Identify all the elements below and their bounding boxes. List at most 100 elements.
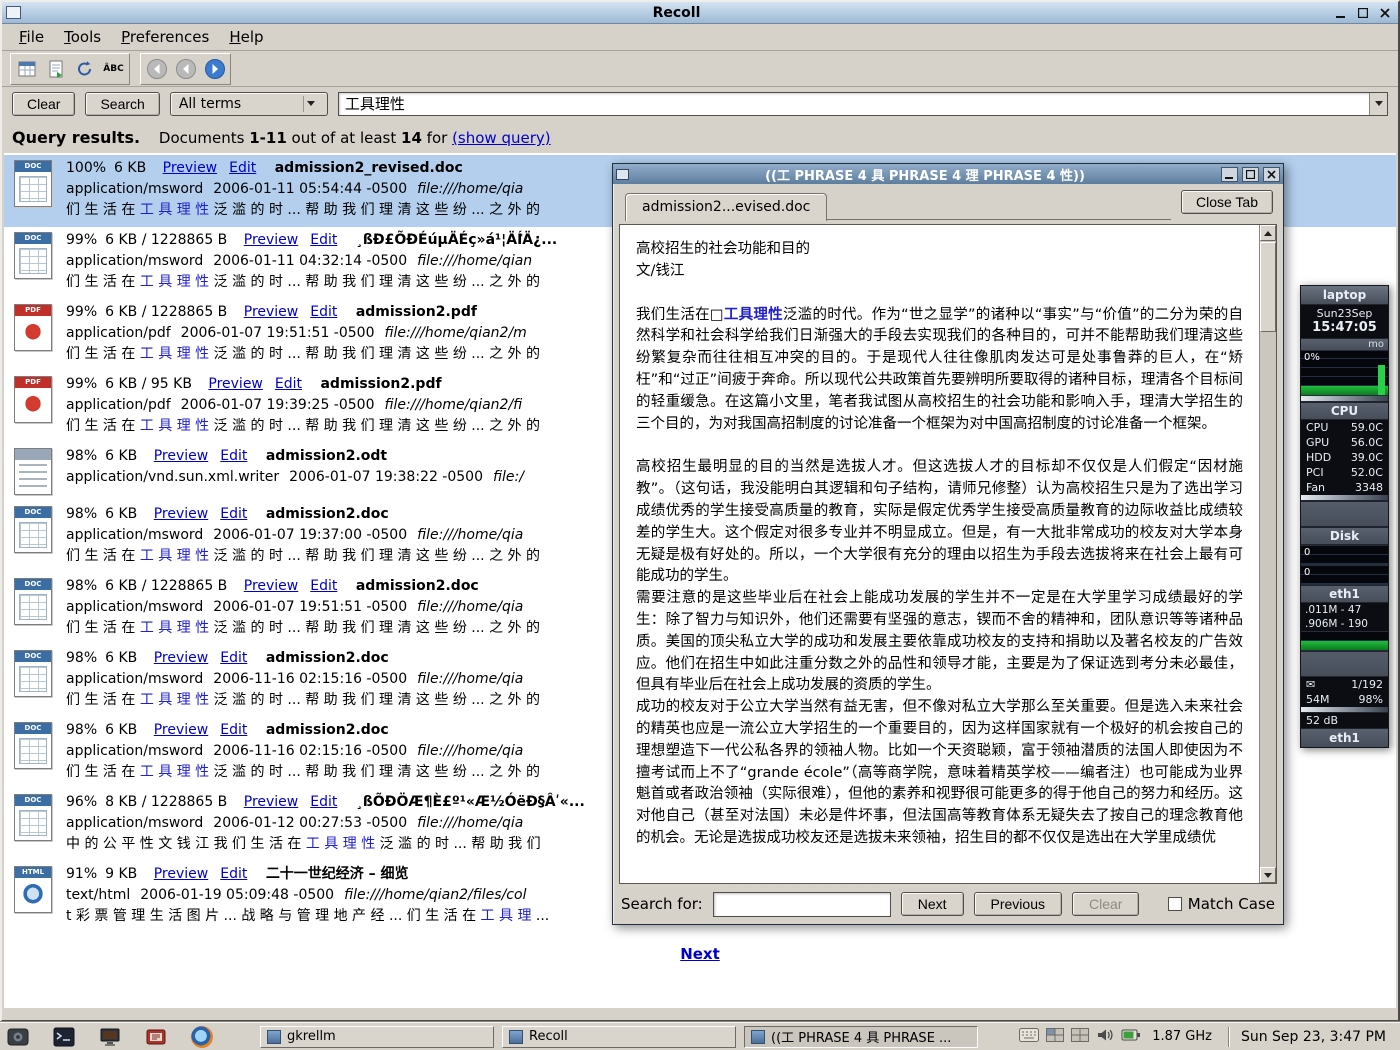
preview-tab[interactable]: admission2...evised.doc [625, 193, 827, 221]
firefox-icon[interactable] [190, 1026, 214, 1048]
highlighted-term: 工 具 理 性 [140, 346, 209, 362]
preview-link[interactable]: Preview [154, 866, 209, 882]
snippet: 们 生 活 在 工 具 理 性 泛 滥 的 时 ... 帮 助 我 们 理 清 … [66, 200, 540, 221]
window-icon[interactable] [616, 169, 629, 180]
edit-link[interactable]: Edit [229, 160, 256, 176]
pager-icon[interactable] [1046, 1028, 1064, 1046]
app-launcher-icon[interactable] [6, 1026, 30, 1048]
minimize-icon[interactable] [1332, 5, 1350, 20]
taskbar-window-button[interactable]: gkrellm [260, 1026, 494, 1048]
preview-link[interactable]: Preview [163, 160, 218, 176]
preview-link[interactable]: Preview [244, 232, 299, 248]
recoll-titlebar[interactable]: Recoll [2, 2, 1398, 24]
find-previous-button[interactable]: Previous [974, 892, 1062, 916]
scrollbar-thumb[interactable] [1260, 242, 1276, 332]
file-date: 2006-01-11 05:54:44 -0500 [213, 181, 407, 197]
editor-icon[interactable] [144, 1026, 168, 1048]
pager-icon[interactable] [1071, 1028, 1089, 1046]
edit-link[interactable]: Edit [310, 794, 337, 810]
index-status-icon[interactable] [42, 56, 69, 82]
next-page-icon[interactable] [201, 56, 228, 82]
preview-link[interactable]: Preview [244, 578, 299, 594]
query-history-icon[interactable] [71, 56, 98, 82]
gkrellm-monitor[interactable]: laptop Sun23Sep 15:47:05 mo 0% CPU CPU59… [1300, 285, 1389, 748]
close-tab-button[interactable]: Close Tab [1181, 190, 1273, 214]
keyboard-layout-icon[interactable] [1019, 1028, 1039, 1046]
find-input[interactable] [713, 892, 891, 917]
minimize-icon[interactable] [1221, 167, 1238, 182]
edit-link[interactable]: Edit [220, 866, 247, 882]
menu-preferences[interactable]: Preferences [112, 25, 218, 49]
query-history-dropdown-icon[interactable] [1369, 93, 1387, 115]
preview-link[interactable]: Preview [208, 376, 263, 392]
window-icon[interactable] [6, 6, 21, 19]
scroll-down-icon[interactable] [1260, 867, 1276, 883]
edit-link[interactable]: Edit [220, 448, 247, 464]
highlighted-term: 工 具 理 性 [140, 202, 209, 218]
find-clear-button[interactable]: Clear [1072, 892, 1139, 916]
menu-file[interactable]: File [10, 25, 53, 49]
snippet: 们 生 活 在 工 具 理 性 泛 滥 的 时 ... 帮 助 我 们 理 清 … [66, 416, 540, 437]
preview-link[interactable]: Preview [154, 722, 209, 738]
show-query-link[interactable]: (show query) [452, 129, 551, 147]
battery-icon[interactable] [1121, 1028, 1141, 1046]
menu-tools[interactable]: Tools [55, 25, 110, 49]
search-input[interactable] [339, 93, 1369, 115]
preview-text-area[interactable]: 高校招生的社会功能和目的 文/钱江 我们生活在□工具理性泛滥的时代。作为“世之显… [619, 224, 1277, 884]
file-url: file:///home/qia [417, 599, 523, 615]
taskbar-window-button[interactable]: Recoll [502, 1026, 736, 1048]
mime-type: application/msword [66, 599, 203, 615]
maximize-icon[interactable] [1354, 5, 1372, 20]
relevance-percent: 98% [66, 506, 97, 522]
menu-help[interactable]: Help [220, 25, 272, 49]
maximize-icon[interactable] [1242, 167, 1259, 182]
file-type-icon: DOC [14, 506, 52, 553]
mime-type: application/vnd.sun.xml.writer [66, 469, 279, 485]
file-size: 6 KB / 1228865 B [105, 304, 227, 320]
edit-link[interactable]: Edit [220, 722, 247, 738]
first-page-icon[interactable] [143, 56, 170, 82]
desktop: Recoll File Tools Preferences Help [0, 0, 1400, 1050]
mime-type: application/msword [66, 671, 203, 687]
terminal-icon[interactable] [52, 1026, 76, 1048]
chevron-down-icon [303, 96, 319, 112]
file-date: 2006-01-07 19:39:25 -0500 [181, 397, 375, 413]
taskbar-window-button[interactable]: ((工 PHRASE 4 具 PHRASE ... [744, 1026, 978, 1048]
file-url: file:///home/qia [417, 671, 523, 687]
scroll-up-icon[interactable] [1260, 225, 1276, 241]
edit-link[interactable]: Edit [220, 506, 247, 522]
next-results-link[interactable]: Next [680, 945, 720, 963]
disk-chart-write: 0 [1301, 565, 1388, 585]
taskbar-clock[interactable]: Sun Sep 23, 3:47 PM [1241, 1029, 1394, 1045]
clear-button[interactable]: Clear [12, 92, 75, 116]
file-url: file:///home/qia [417, 743, 523, 759]
file-date: 2006-01-12 00:27:53 -0500 [213, 815, 407, 831]
display-icon[interactable] [98, 1026, 122, 1048]
preview-titlebar[interactable]: ((工 PHRASE 4 具 PHRASE 4 理 PHRASE 4 性)) [613, 164, 1283, 184]
volume-icon[interactable] [1096, 1027, 1114, 1047]
file-type-icon: HTML [14, 866, 52, 913]
preview-link[interactable]: Preview [154, 448, 209, 464]
previous-page-icon[interactable] [172, 56, 199, 82]
close-icon[interactable] [1376, 5, 1394, 20]
highlighted-term: 工 具 理 性 [140, 764, 209, 780]
search-mode-select[interactable]: All terms [170, 92, 328, 116]
preview-link[interactable]: Preview [154, 506, 209, 522]
result-table-icon[interactable] [13, 56, 40, 82]
find-next-button[interactable]: Next [901, 892, 964, 916]
edit-link[interactable]: Edit [310, 304, 337, 320]
preview-window-title: ((工 PHRASE 4 具 PHRASE 4 理 PHRASE 4 性)) [633, 165, 1217, 184]
preview-link[interactable]: Preview [244, 304, 299, 320]
term-explorer-icon[interactable]: ÂBC [100, 56, 127, 82]
edit-link[interactable]: Edit [275, 376, 302, 392]
close-icon[interactable] [1263, 167, 1280, 182]
file-date: 2006-11-16 02:15:16 -0500 [213, 743, 407, 759]
scrollbar[interactable] [1259, 225, 1276, 883]
preview-link[interactable]: Preview [154, 650, 209, 666]
edit-link[interactable]: Edit [310, 232, 337, 248]
edit-link[interactable]: Edit [220, 650, 247, 666]
search-button[interactable]: Search [85, 92, 159, 116]
match-case-checkbox[interactable] [1168, 897, 1182, 911]
edit-link[interactable]: Edit [310, 578, 337, 594]
preview-link[interactable]: Preview [244, 794, 299, 810]
